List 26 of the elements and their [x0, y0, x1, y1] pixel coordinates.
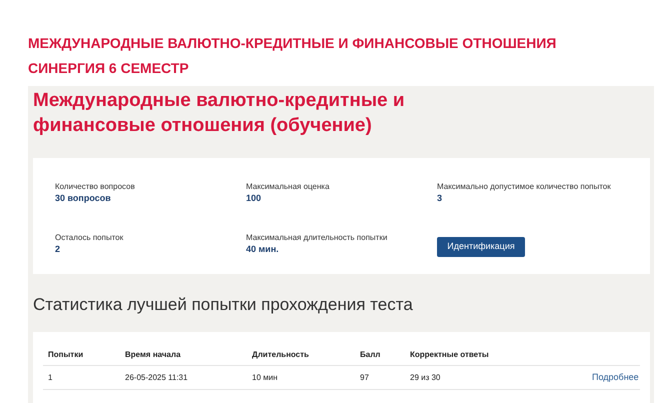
course-title: Международные валютно-кредитные и финансовые отношения (обучение) [33, 89, 406, 138]
header-title: СИНЕРГИЯ 6 СЕМЕСТР [28, 59, 190, 78]
column-header: Корректные ответы [410, 348, 490, 360]
info-label: Максимальная длительность попытки [246, 233, 388, 243]
identification-button[interactable]: Идентификация [437, 236, 525, 257]
column-header: Балл [360, 348, 382, 360]
info-value: 3 [437, 192, 444, 204]
info-label: Максимально допустимое количество попыток [437, 182, 612, 192]
column-header: Длительность [252, 348, 310, 360]
table-cell-text: 29 из 30 [410, 372, 442, 384]
table-cell-text: 97 [360, 372, 370, 384]
column-header: Попытки [48, 348, 84, 360]
table-cell-text: 26-05-2025 11:31 [125, 372, 189, 384]
column-header: Время начала [125, 348, 182, 360]
info-value: 40 мин. [246, 243, 280, 255]
table-cell-text: 10 мин [252, 372, 279, 384]
info-value: 2 [55, 243, 62, 255]
stats-title: Статистика лучшей попытки прохождения теста [33, 294, 414, 316]
info-label: Осталось попыток [55, 233, 124, 243]
info-label: Количество вопросов [55, 182, 136, 192]
details-link[interactable]: Подробнее [592, 370, 639, 384]
table-cell-text: 1 [48, 372, 54, 384]
header-title: МЕЖДУНАРОДНЫЕ ВАЛЮТНО-КРЕДИТНЫЕ И ФИНАНСОВЫЕ ОТНОШЕНИЯ [28, 34, 558, 53]
info-value: 30 вопросов [55, 192, 112, 204]
info-value: 100 [246, 192, 262, 204]
info-label: Максимальная оценка [246, 182, 330, 192]
